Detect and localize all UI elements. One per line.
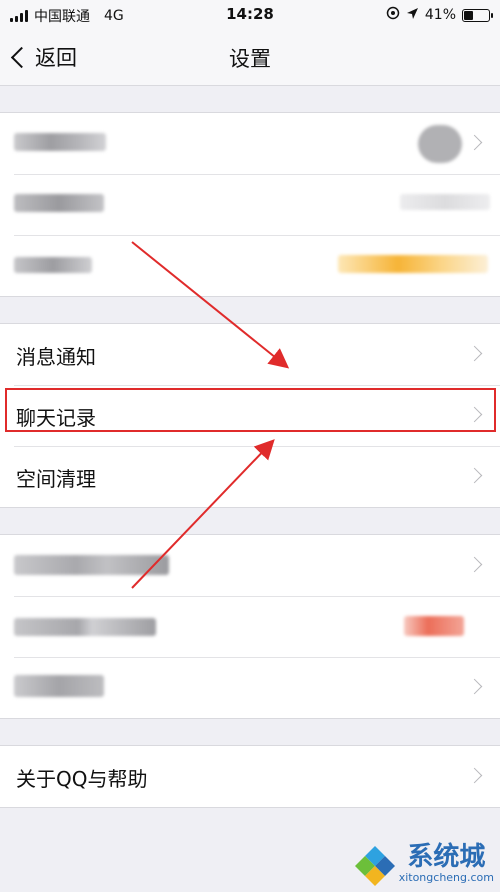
watermark-url: xitongcheng.com bbox=[398, 871, 494, 884]
arrow-up bbox=[131, 439, 275, 589]
watermark-name: 系统城 bbox=[407, 842, 486, 872]
windows-logo-icon bbox=[353, 844, 395, 886]
watermark: 系统城 xitongcheng.com bbox=[353, 842, 494, 886]
arrow-down bbox=[131, 241, 290, 369]
annotation-arrows bbox=[131, 241, 290, 589]
